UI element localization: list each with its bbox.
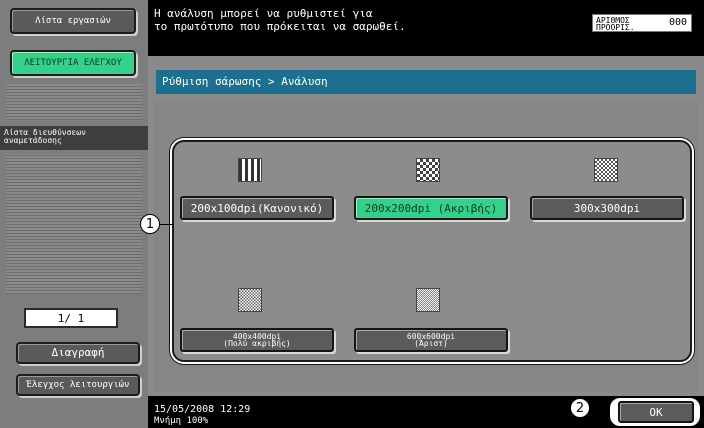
resolution-400x400-button[interactable]: 400x400dpi (Πολύ ακριβής) [180,328,334,352]
memory-status: Μνήμη 100% [154,416,209,426]
resolution-400x400-label-2: (Πολύ ακριβής) [223,339,291,348]
callout-1-marker: 1 [140,214,160,234]
resolution-300x300-label: 300x300dpi [573,201,641,215]
resolution-200x200-icon [416,158,440,182]
resolution-300x300-icon [594,158,618,182]
date-time: 15/05/2008 12:29 [154,404,251,415]
callout-2-line [590,408,608,409]
resolution-200x100-icon [238,158,262,182]
check-functions-button[interactable]: Έλεγχος λειτουργιών [16,374,140,396]
control-panel-screen: Λίστα εργασιών ΛΕΙΤΟΥΡΓΙΑ ΕΛΕΓΧΟΥ Λίστα … [0,0,704,428]
resolution-200x200-button[interactable]: 200x200dpi (Ακριβής) [354,196,508,220]
resolution-options-group: 200x100dpi(Κανονικό) 200x200dpi (Ακριβής… [172,140,692,362]
instruction-message: Η ανάλυση μπορεί να ρυθμιστεί για το πρω… [154,7,406,33]
counter-value: 000 [668,17,687,28]
resolution-200x200-label: 200x200dpi (Ακριβής) [364,201,498,215]
page-indicator: 1/ 1 [24,308,118,328]
delete-button[interactable]: Διαγραφή [16,342,140,364]
callout-2-marker: 2 [570,398,590,418]
resolution-600x600-button[interactable]: 600x600dpi (Άριστ) [354,328,508,352]
job-list-button[interactable]: Λίστα εργασιών [10,8,136,34]
breadcrumb: Ρύθμιση σάρωσης > Ανάλυση [156,70,696,94]
message-bar: Η ανάλυση μπορεί να ρυθμιστεί για το πρω… [148,0,704,56]
resolution-200x100-button[interactable]: 200x100dpi(Κανονικό) [180,196,334,220]
check-functions-label: Έλεγχος λειτουργιών [26,380,130,390]
status-bar: 15/05/2008 12:29 Μνήμη 100% OK [148,396,704,428]
resolution-200x100-label: 200x100dpi(Κανονικό) [190,201,324,215]
destination-counter: ΑΡΙΘΜΟΣ ΠΡΟΟΡΙΣ. 000 [592,14,692,32]
control-function-label: ΛΕΙΤΟΥΡΓΙΑ ΕΛΕΓΧΟΥ [24,58,122,68]
address-list-header: Λίστα διευθύνσεων αναμετάδοσης [0,126,148,150]
job-list-label: Λίστα εργασιών [35,16,111,26]
resolution-400x400-icon [238,288,262,312]
instruction-line-2: το πρωτότυπο που πρόκειται να σαρωθεί. [154,20,406,33]
callout-1-line [158,224,174,225]
address-list-area[interactable] [6,154,142,294]
left-sidebar: Λίστα εργασιών ΛΕΙΤΟΥΡΓΙΑ ΕΛΕΓΧΟΥ Λίστα … [0,0,148,428]
ok-label: OK [649,405,663,419]
ok-button[interactable]: OK [618,401,694,423]
instruction-line-1: Η ανάλυση μπορεί να ρυθμιστεί για [154,7,373,20]
resolution-600x600-icon [416,288,440,312]
left-hatch-area-top [6,84,142,120]
resolution-300x300-button[interactable]: 300x300dpi [530,196,684,220]
delete-label: Διαγραφή [51,346,105,359]
resolution-600x600-label-2: (Άριστ) [414,339,448,348]
control-function-button[interactable]: ΛΕΙΤΟΥΡΓΙΑ ΕΛΕΓΧΟΥ [10,50,136,76]
